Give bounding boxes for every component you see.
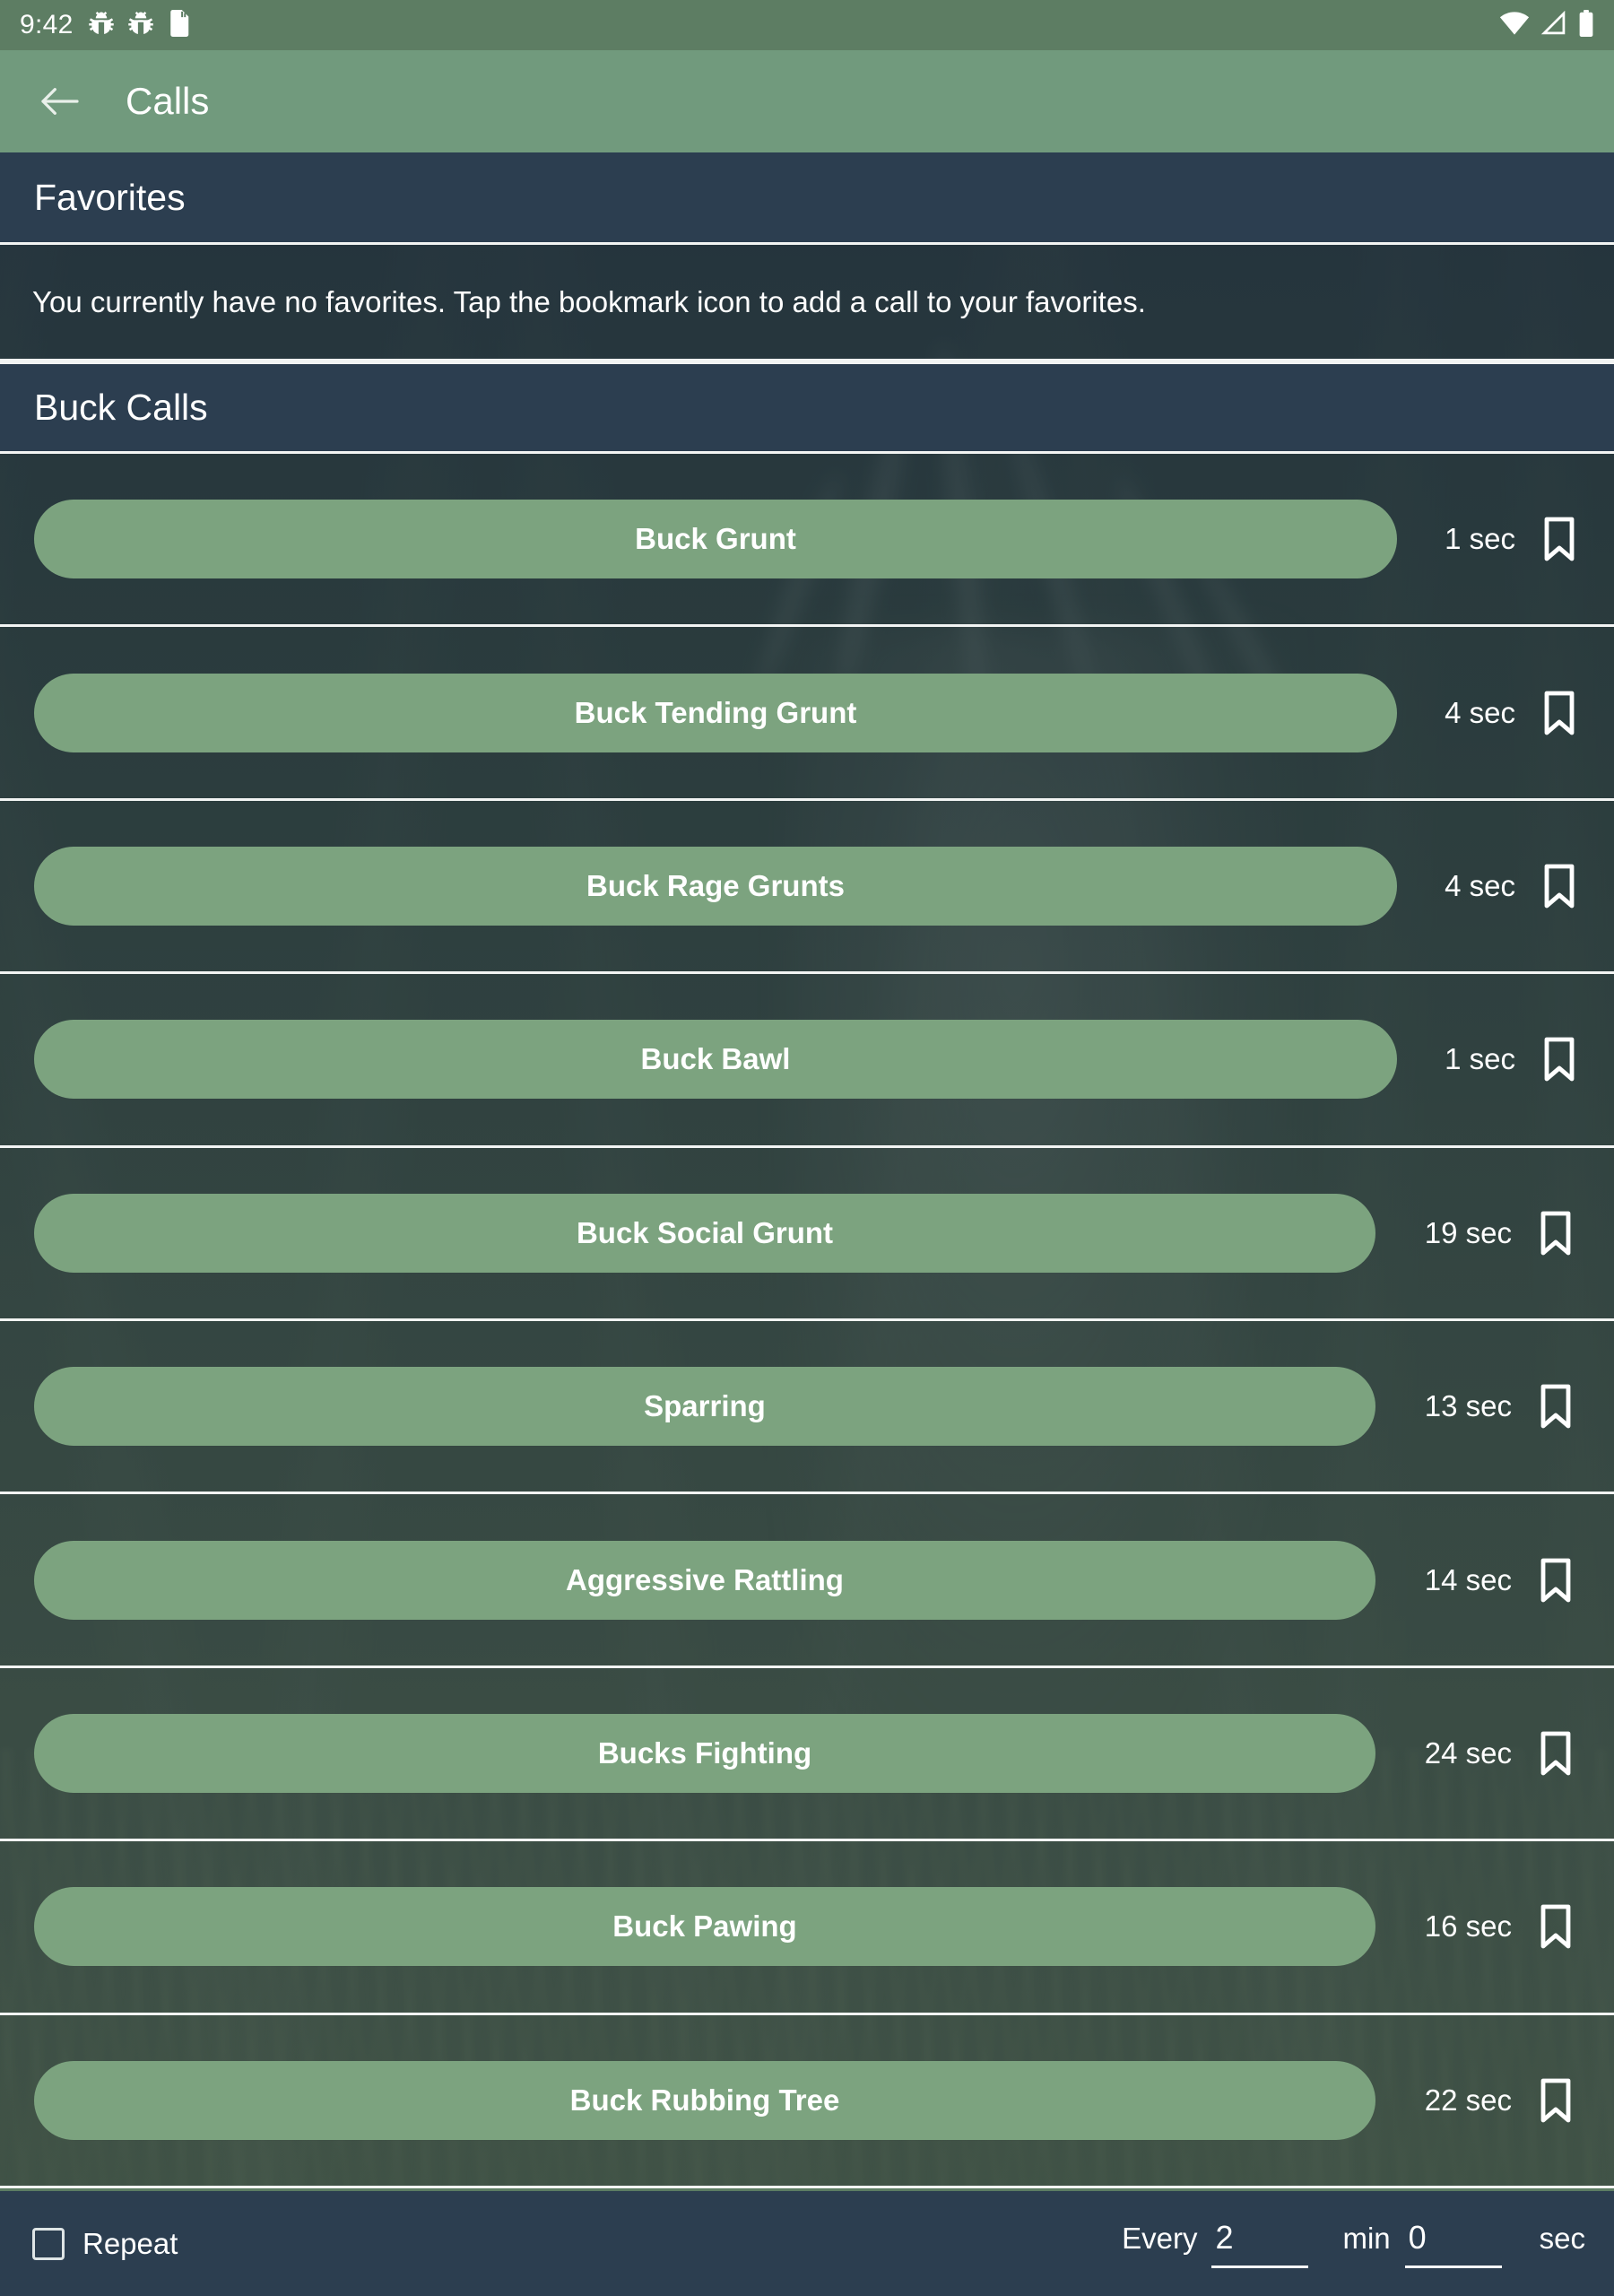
call-row: Buck Bawl 1 sec bbox=[0, 974, 1614, 1148]
seconds-input[interactable] bbox=[1404, 2219, 1502, 2268]
playback-options-bar: Repeat Every min sec bbox=[0, 2188, 1614, 2296]
sec-label: sec bbox=[1539, 2222, 1585, 2255]
play-call-button[interactable]: Buck Tending Grunt bbox=[34, 673, 1397, 752]
bookmark-icon[interactable] bbox=[1532, 516, 1587, 562]
call-duration: 22 sec bbox=[1424, 2083, 1512, 2117]
bookmark-icon[interactable] bbox=[1528, 1383, 1584, 1430]
play-call-button[interactable]: Buck Pawing bbox=[34, 1887, 1375, 1967]
call-duration: 14 sec bbox=[1424, 1562, 1512, 1596]
call-row: Sparring 13 sec bbox=[0, 1321, 1614, 1495]
bookmark-icon[interactable] bbox=[1532, 1036, 1587, 1083]
call-row: Buck Rubbing Tree 22 sec bbox=[0, 2015, 1614, 2188]
section-header-favorites: Favorites bbox=[0, 152, 1614, 245]
bookmark-icon[interactable] bbox=[1532, 863, 1587, 909]
call-row: Buck Tending Grunt 4 sec bbox=[0, 627, 1614, 801]
call-duration: 16 sec bbox=[1424, 1909, 1512, 1944]
call-row: Bucks Fighting 24 sec bbox=[0, 1668, 1614, 1842]
play-call-button[interactable]: Buck Rage Grunts bbox=[34, 847, 1397, 926]
favorites-empty-state: You currently have no favorites. Tap the… bbox=[0, 245, 1614, 361]
repeat-label: Repeat bbox=[82, 2226, 178, 2260]
status-bar-clock: 9:42 bbox=[20, 10, 74, 39]
call-duration: 4 sec bbox=[1445, 695, 1515, 729]
call-row: Buck Rage Grunts 4 sec bbox=[0, 801, 1614, 975]
call-duration: 19 sec bbox=[1424, 1215, 1512, 1249]
cell-signal-icon bbox=[1540, 10, 1567, 40]
call-duration: 24 sec bbox=[1424, 1736, 1512, 1770]
app-bar: Calls bbox=[0, 50, 1614, 152]
repeat-toggle[interactable]: Repeat bbox=[32, 2227, 178, 2261]
call-row: Aggressive Rattling 14 sec bbox=[0, 1494, 1614, 1668]
section-header-buck-calls: Buck Calls bbox=[0, 361, 1614, 454]
back-arrow-icon[interactable] bbox=[39, 84, 81, 118]
bookmark-icon[interactable] bbox=[1528, 1730, 1584, 1777]
play-call-button[interactable]: Buck Bawl bbox=[34, 1020, 1397, 1100]
bookmark-icon[interactable] bbox=[1528, 1210, 1584, 1257]
bug-icon bbox=[88, 10, 115, 41]
buck-calls-header-label: Buck Calls bbox=[34, 387, 208, 428]
call-row: Buck Social Grunt 19 sec bbox=[0, 1148, 1614, 1322]
bookmark-icon[interactable] bbox=[1532, 690, 1587, 736]
call-duration: 1 sec bbox=[1445, 522, 1515, 556]
sd-card-icon bbox=[167, 9, 190, 41]
status-bar: 9:42 bbox=[0, 0, 1614, 50]
page-title: Calls bbox=[126, 80, 210, 122]
call-row: Buck Pawing 16 sec bbox=[0, 1841, 1614, 2015]
min-label: min bbox=[1342, 2222, 1391, 2255]
bookmark-icon[interactable] bbox=[1528, 2077, 1584, 2124]
minutes-input[interactable] bbox=[1211, 2219, 1309, 2268]
bookmark-icon[interactable] bbox=[1528, 1903, 1584, 1950]
call-duration: 4 sec bbox=[1445, 869, 1515, 903]
favorites-empty-message: You currently have no favorites. Tap the… bbox=[32, 284, 1146, 318]
favorites-header-label: Favorites bbox=[34, 176, 186, 218]
repeat-interval-controls: Every min sec bbox=[1122, 2219, 1585, 2268]
play-call-button[interactable]: Buck Grunt bbox=[34, 500, 1397, 579]
play-call-button[interactable]: Buck Rubbing Tree bbox=[34, 2060, 1375, 2140]
play-call-button[interactable]: Buck Social Grunt bbox=[34, 1193, 1375, 1273]
repeat-checkbox[interactable] bbox=[32, 2227, 65, 2260]
bug-icon bbox=[127, 10, 154, 41]
play-call-button[interactable]: Bucks Fighting bbox=[34, 1714, 1375, 1794]
bookmark-icon[interactable] bbox=[1528, 1557, 1584, 1604]
call-row: Buck Grunt 1 sec bbox=[0, 454, 1614, 628]
call-duration: 1 sec bbox=[1445, 1042, 1515, 1076]
buck-calls-list: Buck Grunt 1 sec Buck Tending Grunt 4 sec Bu… bbox=[0, 454, 1614, 2188]
every-label: Every bbox=[1122, 2222, 1198, 2255]
battery-icon bbox=[1578, 9, 1594, 41]
call-duration: 13 sec bbox=[1424, 1389, 1512, 1423]
play-call-button[interactable]: Aggressive Rattling bbox=[34, 1540, 1375, 1620]
play-call-button[interactable]: Sparring bbox=[34, 1367, 1375, 1447]
wifi-icon bbox=[1499, 11, 1530, 40]
